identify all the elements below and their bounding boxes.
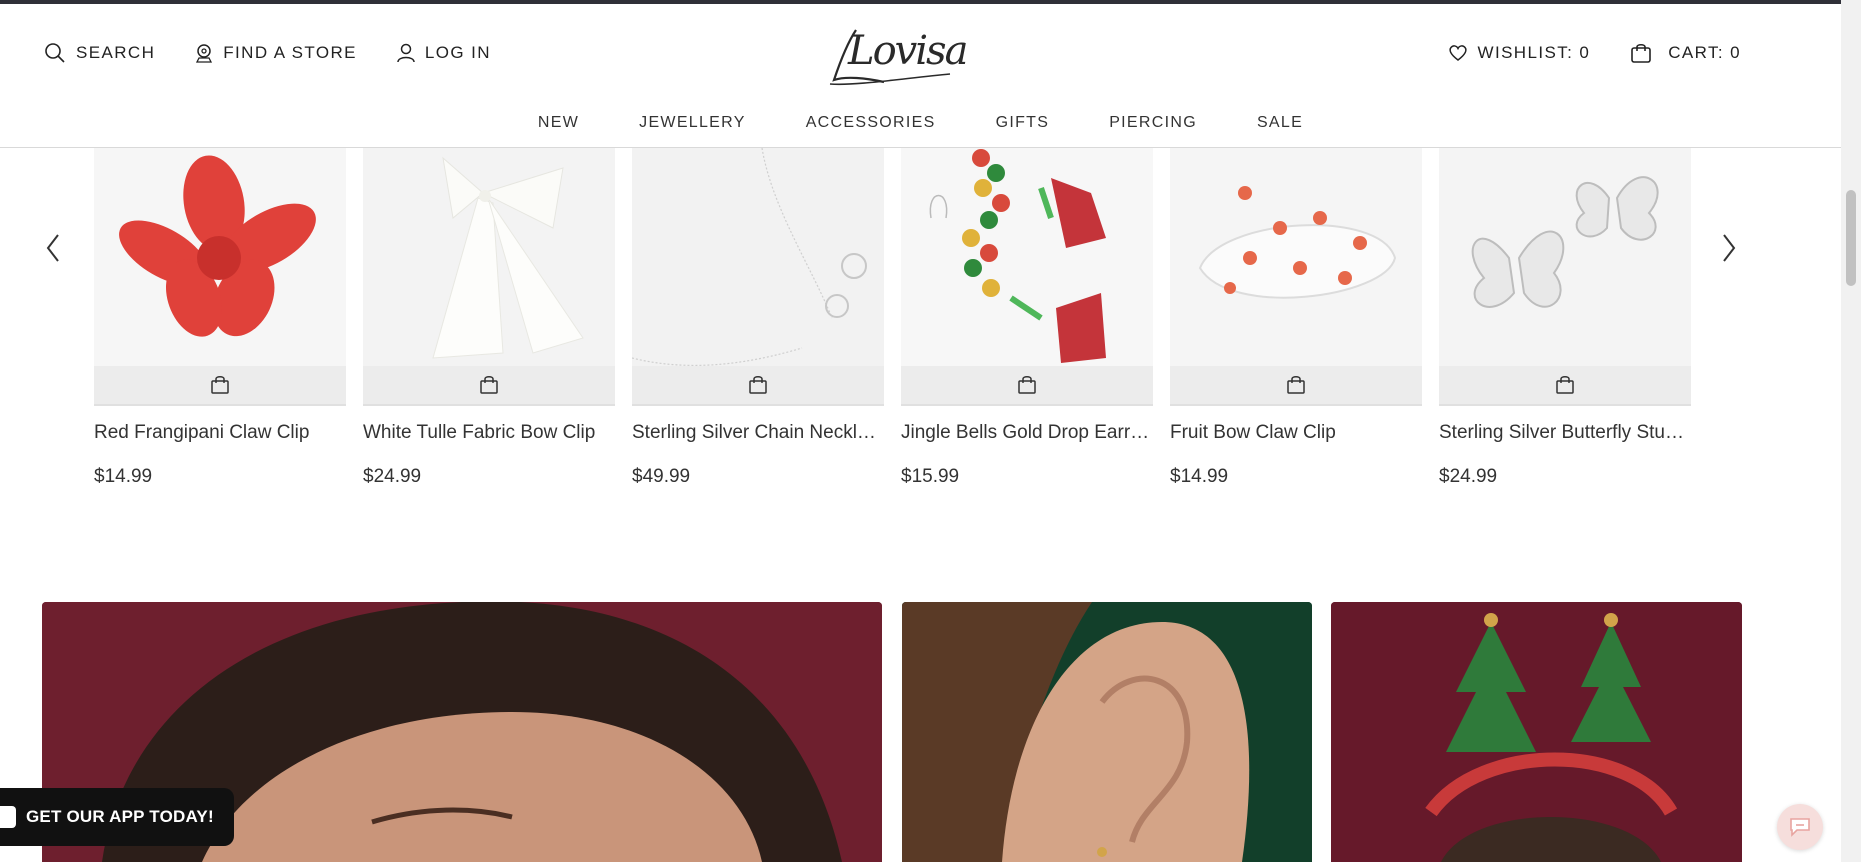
cart-label: CART: 0 — [1668, 43, 1741, 62]
nav-new[interactable]: NEW — [508, 114, 609, 132]
chevron-right-icon — [1723, 234, 1736, 262]
jingle-bells-earrings-image — [901, 148, 1153, 366]
site-header: SEARCH FIND A STORE LOG IN Lovisa WISHLI… — [0, 4, 1841, 148]
add-to-bag-icon — [480, 376, 498, 394]
product-price: $24.99 — [363, 466, 422, 487]
header-left-links: SEARCH FIND A STORE LOG IN — [44, 42, 491, 64]
product-card: White Tulle Fabric Bow Clip $24.99 — [363, 148, 615, 488]
product-card: Sterling Silver Butterfly Stud... $24.99 — [1439, 148, 1691, 488]
product-image[interactable] — [632, 148, 884, 366]
chat-icon — [1790, 818, 1810, 837]
product-image[interactable] — [363, 148, 615, 366]
bag-icon — [1631, 43, 1652, 63]
nav-jewellery[interactable]: JEWELLERY — [609, 114, 776, 132]
find-store-link[interactable]: FIND A STORE — [195, 43, 357, 63]
product-card: Red Frangipani Claw Clip $14.99 — [94, 148, 346, 488]
add-to-bag-button[interactable] — [632, 366, 884, 406]
silver-necklace-image — [632, 148, 884, 366]
heart-icon — [1448, 45, 1467, 61]
add-to-bag-icon — [1556, 376, 1574, 394]
cart-link[interactable]: CART: 0 — [1630, 42, 1741, 64]
nav-gifts[interactable]: GIFTS — [966, 114, 1080, 132]
add-to-bag-icon — [211, 376, 229, 394]
header-right-links: WISHLIST: 0 CART: 0 — [1448, 42, 1742, 64]
product-list: Red Frangipani Claw Clip $14.99 White Tu… — [94, 148, 1691, 488]
product-card: Jingle Bells Gold Drop Earrings $15.99 — [901, 148, 1153, 488]
add-to-bag-button[interactable] — [901, 366, 1153, 406]
app-logo-icon — [0, 806, 16, 828]
logo-text: Lovisa — [848, 28, 968, 74]
login-link[interactable]: LOG IN — [397, 43, 491, 63]
wishlist-link[interactable]: WISHLIST: 0 — [1448, 43, 1591, 63]
search-icon — [45, 43, 65, 63]
carousel-next-button[interactable] — [1714, 228, 1744, 268]
search-label: SEARCH — [76, 43, 156, 62]
lovisa-logo[interactable]: Lovisa — [826, 22, 968, 88]
main-navigation: NEW JEWELLERY ACCESSORIES GIFTS PIERCING… — [0, 114, 1841, 132]
product-name[interactable]: White Tulle Fabric Bow Clip — [363, 422, 615, 444]
product-carousel: Red Frangipani Claw Clip $14.99 White Tu… — [0, 148, 1841, 508]
add-to-bag-button[interactable] — [363, 366, 615, 406]
wishlist-label: WISHLIST: 0 — [1477, 43, 1591, 62]
chevron-left-icon — [46, 234, 59, 262]
scrollbar-thumb[interactable] — [1846, 190, 1856, 286]
product-price: $14.99 — [1170, 466, 1229, 487]
add-to-bag-button[interactable] — [1170, 366, 1422, 406]
add-to-bag-icon — [1287, 376, 1305, 394]
red-claw-clip-image — [94, 148, 346, 366]
product-image[interactable] — [1439, 148, 1691, 366]
get-app-banner[interactable]: GET OUR APP TODAY! — [0, 788, 234, 846]
product-card: Fruit Bow Claw Clip $14.99 — [1170, 148, 1422, 488]
user-icon — [397, 43, 415, 63]
chat-button[interactable] — [1777, 804, 1823, 850]
product-price: $24.99 — [1439, 466, 1498, 487]
add-to-bag-button[interactable] — [1439, 366, 1691, 406]
butterfly-studs-image — [1439, 148, 1691, 366]
add-to-bag-icon — [1018, 376, 1036, 394]
nav-accessories[interactable]: ACCESSORIES — [776, 114, 966, 132]
nav-sale[interactable]: SALE — [1227, 114, 1333, 132]
product-card: Sterling Silver Chain Necklace... $49.99 — [632, 148, 884, 488]
christmas-headband-image — [1331, 602, 1742, 862]
product-price: $15.99 — [901, 466, 960, 487]
login-label: LOG IN — [424, 43, 491, 62]
page-scrollbar[interactable] — [1841, 0, 1861, 862]
promo-banner-earrings[interactable] — [902, 602, 1312, 862]
product-price: $14.99 — [94, 466, 153, 487]
product-name[interactable]: Sterling Silver Chain Necklace... — [632, 422, 884, 444]
add-to-bag-icon — [749, 376, 767, 394]
search-link[interactable]: SEARCH — [44, 42, 155, 64]
nav-piercing[interactable]: PIERCING — [1079, 114, 1227, 132]
white-bow-clip-image — [363, 148, 615, 366]
product-image[interactable] — [1170, 148, 1422, 366]
product-name[interactable]: Fruit Bow Claw Clip — [1170, 422, 1422, 444]
promo-banner-headband[interactable] — [1331, 602, 1742, 862]
fruit-bow-claw-clip-image — [1170, 148, 1422, 366]
product-image[interactable] — [901, 148, 1153, 366]
add-to-bag-button[interactable] — [94, 366, 346, 406]
ear-earrings-image — [902, 602, 1312, 862]
carousel-prev-button[interactable] — [38, 228, 68, 268]
location-pin-icon — [196, 44, 213, 63]
product-name[interactable]: Sterling Silver Butterfly Stud... — [1439, 422, 1691, 444]
product-image[interactable] — [94, 148, 346, 366]
product-name[interactable]: Red Frangipani Claw Clip — [94, 422, 346, 444]
get-app-label: GET OUR APP TODAY! — [26, 807, 214, 826]
find-store-label: FIND A STORE — [223, 43, 357, 62]
product-price: $49.99 — [632, 466, 691, 487]
product-name[interactable]: Jingle Bells Gold Drop Earrings — [901, 422, 1153, 444]
